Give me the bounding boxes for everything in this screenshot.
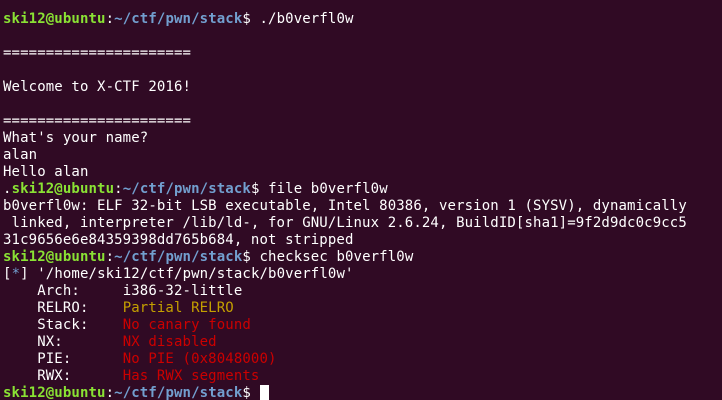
- prompt-symbol: $: [250, 181, 269, 197]
- prompt-separator: :: [105, 249, 115, 265]
- status-star-icon: *: [11, 266, 21, 282]
- checksec-value: No canary found: [122, 317, 251, 333]
- checksec-label: RELRO:: [3, 300, 123, 316]
- prompt-symbol: $: [242, 11, 260, 27]
- prompt-path: ~/ctf/pwn/stack: [114, 11, 243, 27]
- checksec-label: Arch:: [3, 283, 123, 299]
- status-bracket: ]: [20, 266, 29, 282]
- file-output-line: b0verfl0w: ELF 32-bit LSB executable, In…: [3, 198, 687, 214]
- checksec-row-stack: Stack: No canary found: [3, 317, 722, 334]
- greeting-output: Hello alan: [3, 164, 89, 180]
- checksec-row-nx: NX: NX disabled: [3, 334, 722, 351]
- terminal-window[interactable]: ski12@ubuntu:~/ctf/pwn/stack$ ./b0verfl0…: [0, 0, 722, 400]
- status-bracket: [: [3, 266, 12, 282]
- command-text: checksec b0verfl0w: [259, 249, 414, 265]
- checksec-value: Partial RELRO: [122, 300, 234, 316]
- checksec-row-rwx: RWX: Has RWX segments: [3, 368, 722, 385]
- prompt-symbol: $: [242, 249, 260, 265]
- checksec-row-arch: Arch: i386-32-little: [3, 283, 722, 300]
- checksec-row-relro: RELRO: Partial RELRO: [3, 300, 722, 317]
- command-line-run: ski12@ubuntu:~/ctf/pwn/stack$ ./b0verfl0…: [3, 11, 722, 28]
- checksec-value: No PIE (0x8048000): [122, 351, 277, 367]
- prompt-path: ~/ctf/pwn/stack: [122, 181, 251, 197]
- prompt-user-host: ski12@ubuntu: [3, 11, 106, 27]
- command-text: ./b0verfl0w: [259, 11, 354, 27]
- prompt-separator: :: [105, 385, 115, 400]
- prompt-user-host: ski12@ubuntu: [3, 385, 106, 400]
- checksec-label: NX:: [3, 334, 123, 350]
- prompt-user-host: ski12@ubuntu: [3, 249, 106, 265]
- text-cursor[interactable]: [259, 385, 269, 400]
- name-answer: alan: [3, 147, 38, 163]
- checksec-file-line: [*] '/home/ski12/ctf/pwn/stack/b0verfl0w…: [3, 266, 722, 283]
- checksec-row-pie: PIE: No PIE (0x8048000): [3, 351, 722, 368]
- checksec-label: RWX:: [3, 368, 123, 384]
- file-output-line: 31c9656e6e84359398dd765b684, not strippe…: [3, 232, 354, 248]
- prompt-separator: :: [105, 11, 115, 27]
- checksec-value: i386-32-little: [122, 283, 243, 299]
- prompt-separator: :: [114, 181, 123, 197]
- prompt-path: ~/ctf/pwn/stack: [114, 249, 243, 265]
- name-question: What's your name?: [3, 130, 149, 146]
- command-text: file b0verfl0w: [268, 181, 388, 197]
- command-line-current[interactable]: ski12@ubuntu:~/ctf/pwn/stack$: [3, 385, 722, 400]
- command-line-file: .ski12@ubuntu:~/ctf/pwn/stack$ file b0ve…: [3, 181, 722, 198]
- banner-welcome: Welcome to X-CTF 2016!: [3, 79, 192, 95]
- prompt-symbol: $: [242, 385, 260, 400]
- checksec-label: PIE:: [3, 351, 123, 367]
- banner-divider: ======================: [3, 45, 192, 61]
- checksec-value: Has RWX segments: [122, 368, 260, 384]
- prompt-user-host: ski12@ubuntu: [11, 181, 115, 197]
- checksec-value: NX disabled: [122, 334, 217, 350]
- checksec-label: Stack:: [3, 317, 123, 333]
- command-line-checksec: ski12@ubuntu:~/ctf/pwn/stack$ checksec b…: [3, 249, 722, 266]
- file-output-line: linked, interpreter /lib/ld-, for GNU/Li…: [3, 215, 687, 231]
- banner-divider: ======================: [3, 113, 192, 129]
- checksec-file-path: '/home/ski12/ctf/pwn/stack/b0verfl0w': [28, 266, 354, 282]
- prompt-path: ~/ctf/pwn/stack: [114, 385, 243, 400]
- leading-char: .: [3, 181, 12, 197]
